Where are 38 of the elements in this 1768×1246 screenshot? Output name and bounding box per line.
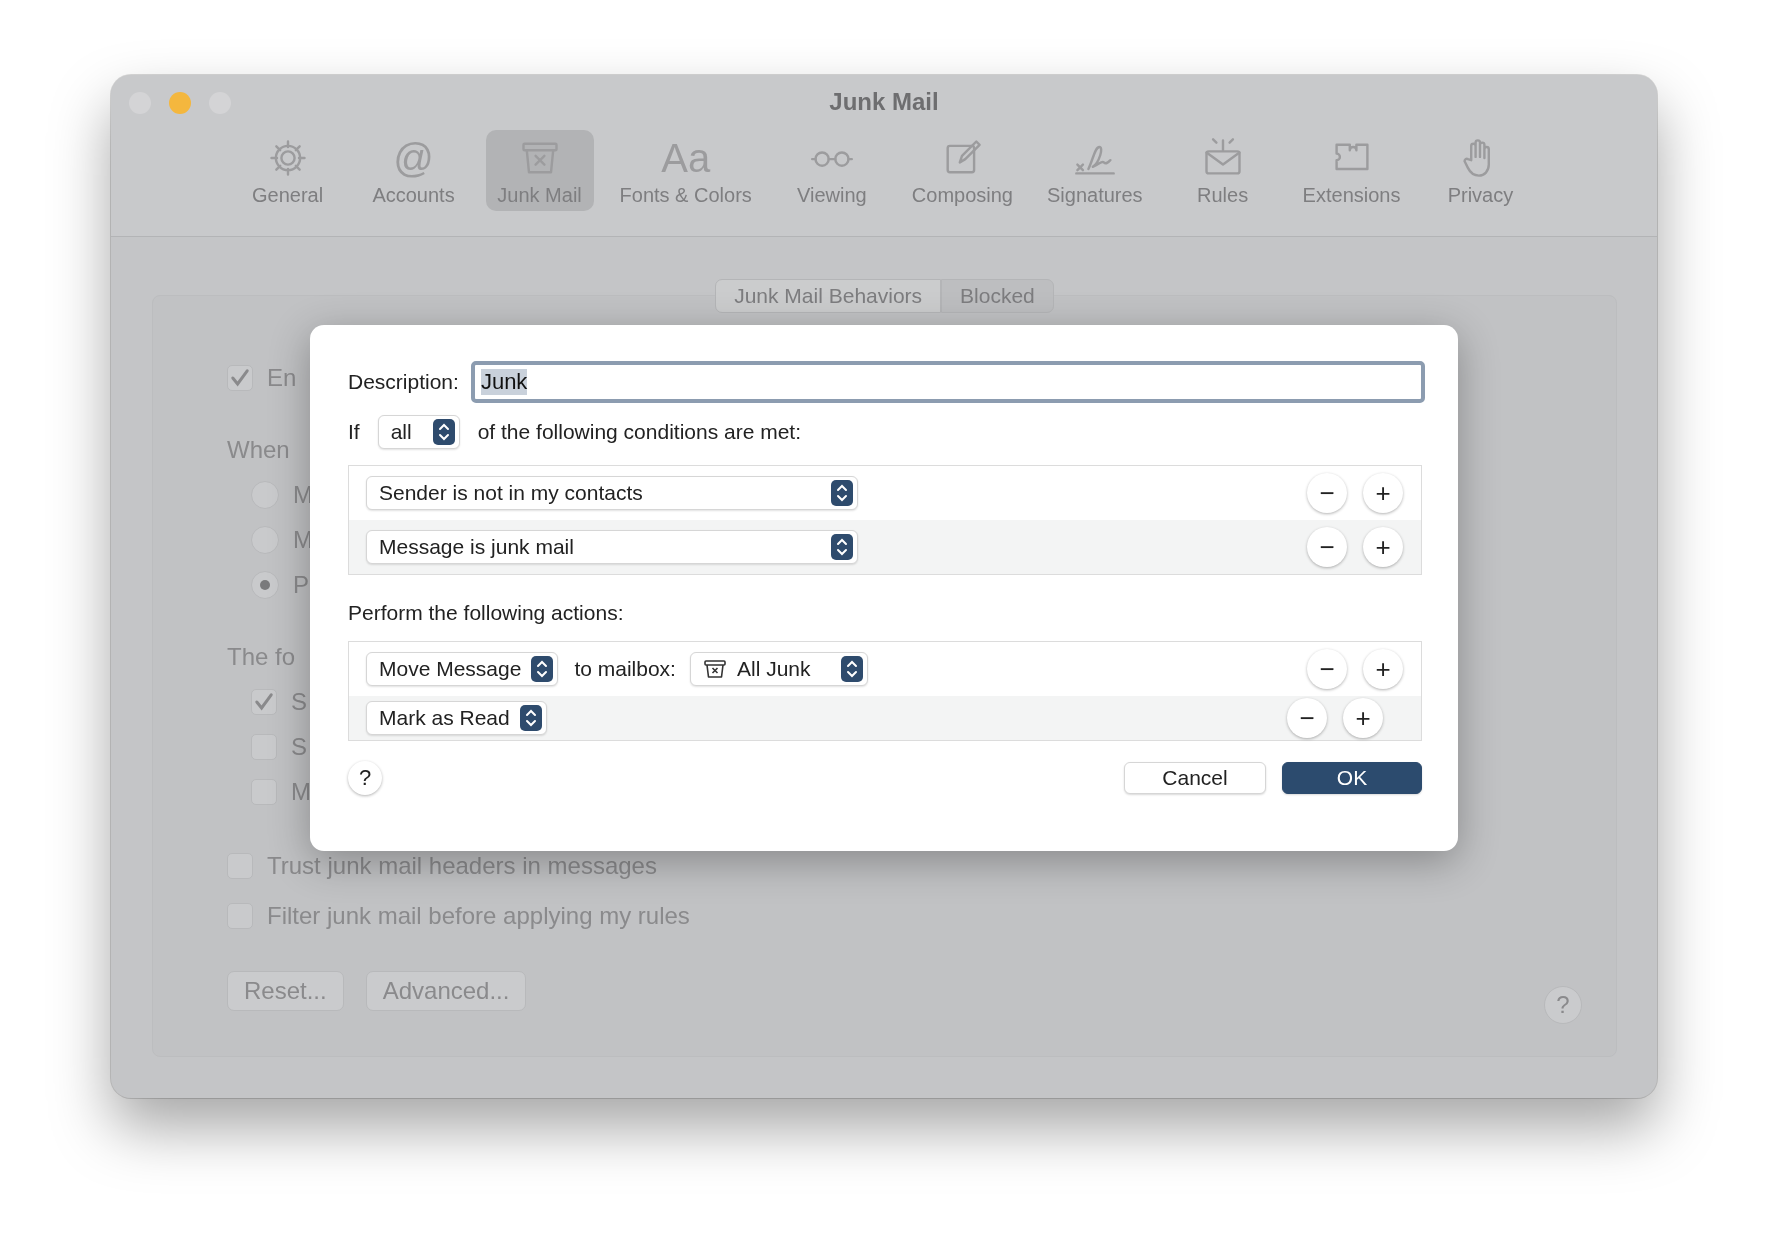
checkbox-label: En xyxy=(267,364,297,392)
mailbox-popup[interactable]: All Junk xyxy=(689,652,868,686)
section-label: Perform the following actions: xyxy=(348,601,624,625)
checkbox[interactable] xyxy=(227,365,253,391)
match-popup[interactable]: all xyxy=(377,415,460,449)
condition-popup[interactable]: Sender is not in my contacts xyxy=(366,476,858,510)
action-popup[interactable]: Mark as Read xyxy=(366,701,547,735)
stepper-icon xyxy=(432,419,455,445)
mailbox-label: to mailbox: xyxy=(574,657,676,681)
checkbox-label: Filter junk mail before applying my rules xyxy=(267,902,690,930)
stepper-icon xyxy=(519,705,542,731)
remove-button[interactable]: − xyxy=(1287,698,1327,738)
add-button[interactable]: + xyxy=(1343,698,1383,738)
help-button[interactable]: ? xyxy=(348,761,382,795)
add-button[interactable]: + xyxy=(1363,649,1403,689)
condition-label: If xyxy=(348,420,360,444)
action-popup[interactable]: Move Message xyxy=(366,652,559,686)
section-label: When xyxy=(227,436,290,464)
junk-bin-icon xyxy=(702,657,727,681)
add-button[interactable]: + xyxy=(1363,527,1403,567)
stepper-icon xyxy=(840,656,863,682)
radio-button[interactable] xyxy=(251,571,279,599)
description-field[interactable]: Junk xyxy=(470,361,1425,403)
field-label: Description: xyxy=(348,370,459,394)
add-button[interactable]: + xyxy=(1363,473,1403,513)
remove-button[interactable]: − xyxy=(1307,649,1347,689)
cancel-button[interactable]: Cancel xyxy=(1124,762,1266,794)
condition-label: of the following conditions are met: xyxy=(477,420,802,444)
stepper-icon xyxy=(531,656,554,682)
window-control[interactable] xyxy=(169,92,191,114)
stepper-icon xyxy=(831,534,853,560)
window-title: Junk Mail xyxy=(829,87,939,117)
remove-button[interactable]: − xyxy=(1307,527,1347,567)
condition-popup[interactable]: Message is junk mail xyxy=(366,530,858,564)
checkbox[interactable] xyxy=(251,689,277,715)
remove-button[interactable]: − xyxy=(1307,473,1347,513)
ok-button[interactable]: OK xyxy=(1282,762,1422,794)
stepper-icon xyxy=(831,480,853,506)
